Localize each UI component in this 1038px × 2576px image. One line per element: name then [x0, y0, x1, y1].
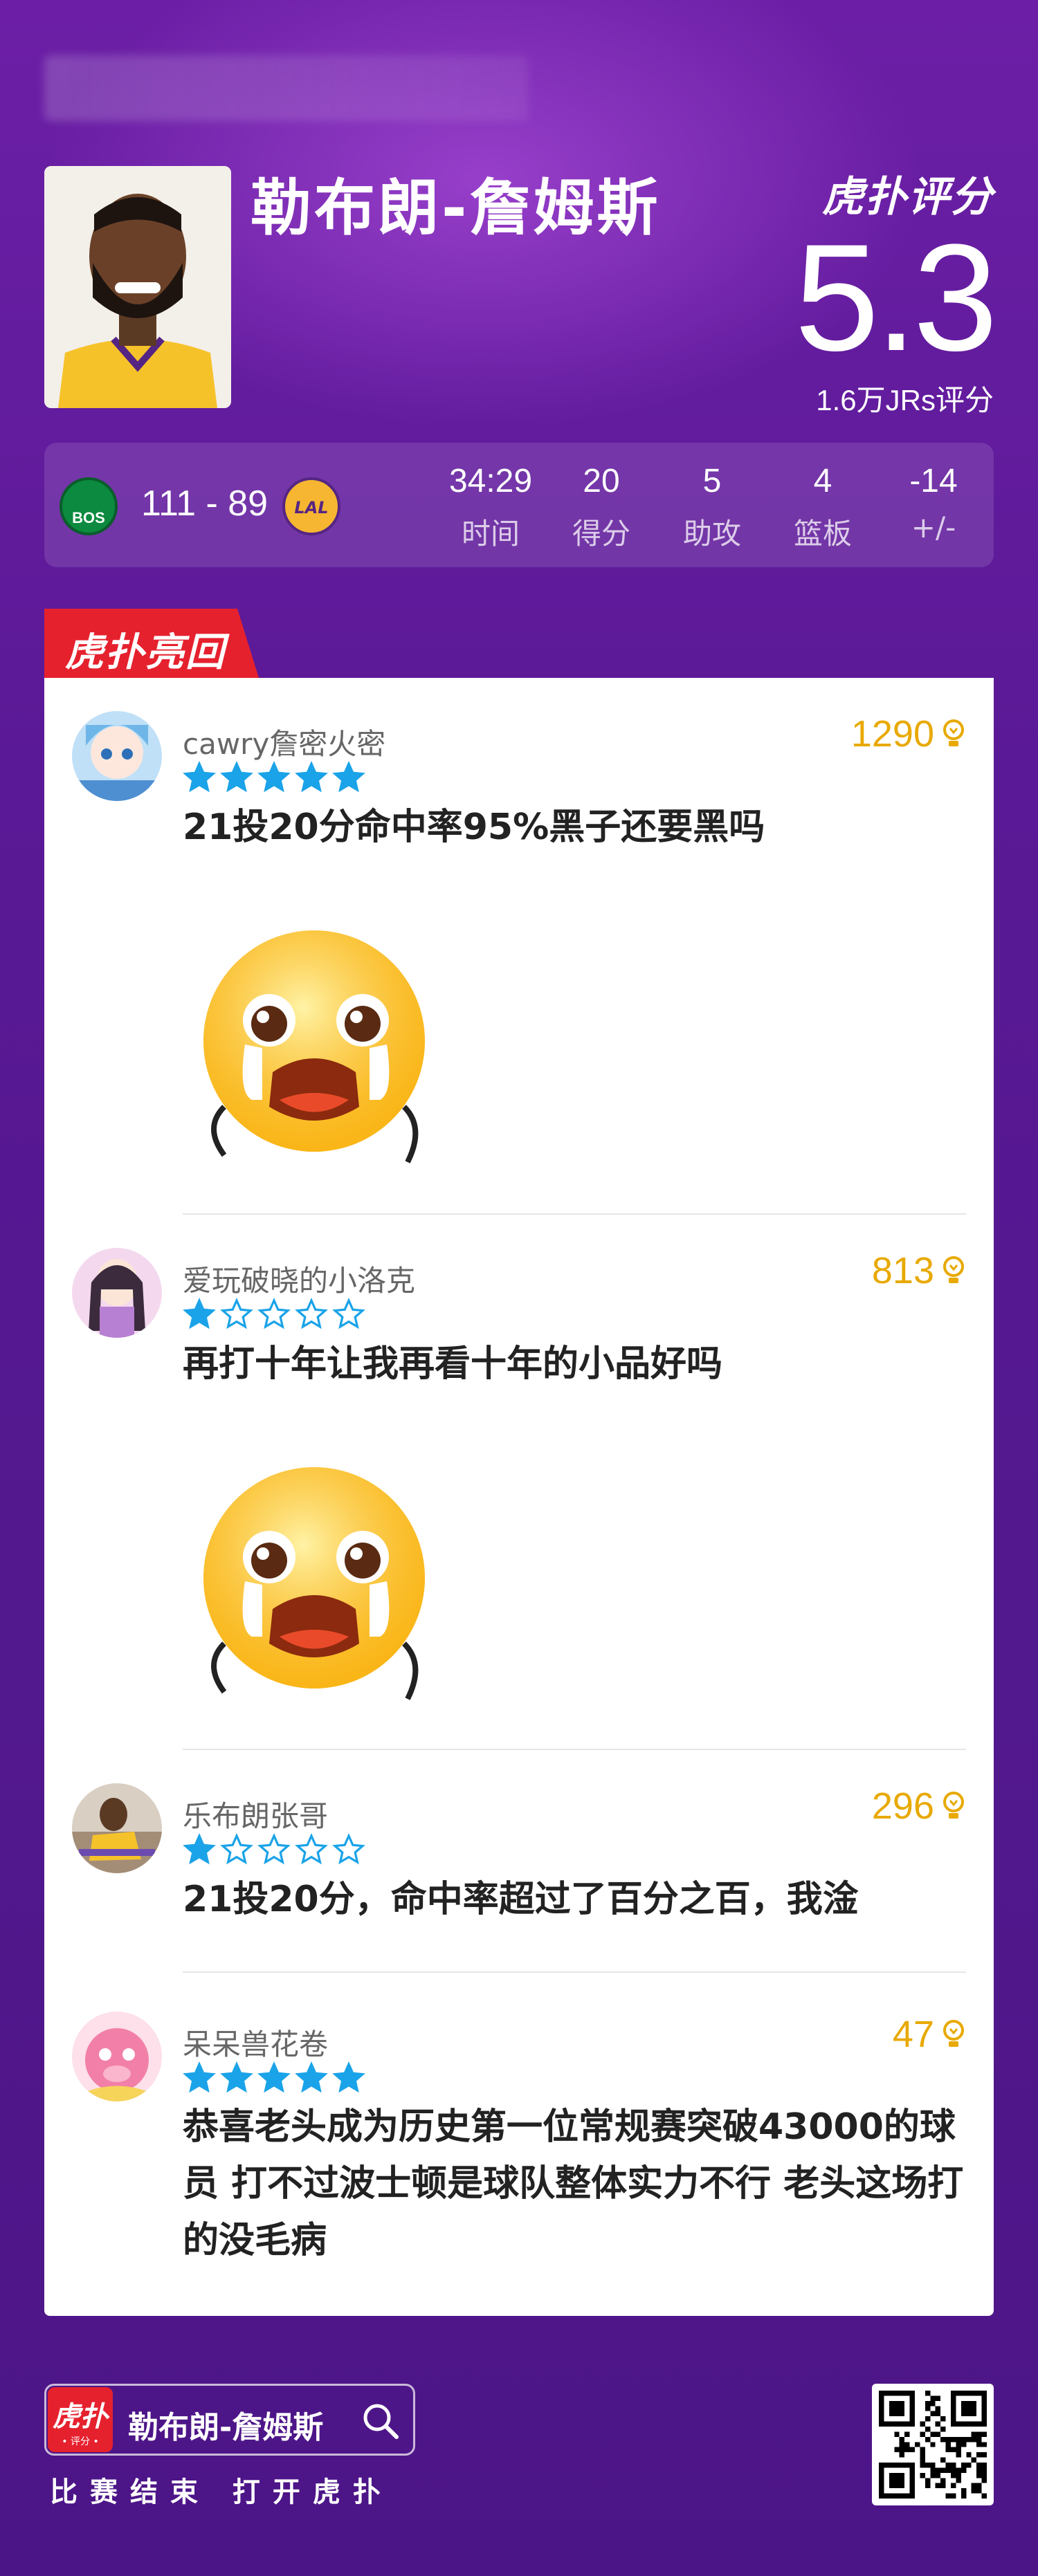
comment-text: 恭喜老头成为历史第一位常规赛突破43000的球员 打不过波士顿是球队整体实力不行… — [183, 2106, 964, 2261]
star-rating — [183, 761, 365, 794]
stat-rebounds: 4 篮板 — [793, 463, 852, 551]
hot-replies-tag: 虎扑亮回复 — [44, 609, 259, 678]
comment-text: 21投20分命中率95%黑子还要黑吗 — [183, 807, 765, 848]
comment-text: 再打十年让我再看十年的小品好吗 — [183, 1343, 723, 1385]
lightbulb-icon — [943, 719, 964, 746]
player-avatar — [44, 166, 231, 408]
search-text: 勒布朗-詹姆斯 — [128, 2410, 324, 2445]
commenter-avatar[interactable] — [72, 2012, 162, 2101]
star-empty-icon — [220, 1298, 253, 1330]
search-bar[interactable]: 虎扑 • 评分 • 勒布朗-詹姆斯 — [44, 2384, 415, 2456]
blurred-header-bar — [44, 55, 529, 121]
star-rating — [183, 1833, 365, 1866]
star-filled-icon — [220, 761, 253, 793]
commenter-username[interactable]: 爱玩破晓的小洛克 — [183, 1258, 415, 1300]
footer-slogan: 比赛结束 打开虎扑 — [50, 2476, 393, 2508]
crying-emoji-icon — [203, 1467, 425, 1700]
commenter-username[interactable]: 呆呆兽花卷 — [183, 2021, 328, 2063]
star-filled-icon — [332, 2061, 365, 2093]
search-icon[interactable] — [362, 2402, 399, 2440]
commenter-username[interactable]: 乐布朗张哥 — [183, 1793, 328, 1835]
like-count[interactable]: 296 — [872, 1785, 966, 1828]
star-empty-icon — [257, 1833, 291, 1865]
like-count[interactable]: 47 — [893, 2013, 966, 2056]
game-stats-bar: BOS 111 - 89 LAL 34:29 时间 20 得分 5 助攻 4 篮板 -1… — [44, 443, 994, 567]
star-empty-icon — [220, 1833, 253, 1865]
star-filled-icon — [332, 761, 365, 793]
like-count[interactable]: 813 — [872, 1249, 966, 1292]
star-empty-icon — [332, 1298, 365, 1330]
star-filled-icon — [257, 761, 291, 793]
comment-divider — [183, 1971, 966, 1973]
star-filled-icon — [295, 2061, 328, 2093]
comment-text: 21投20分，命中率超过了百分之百，我淦 — [183, 1879, 859, 1920]
like-count[interactable]: 1290 — [851, 712, 966, 755]
lightbulb-icon — [943, 1792, 964, 1819]
star-filled-icon — [183, 1298, 216, 1330]
lakers-logo-icon: LAL — [282, 477, 340, 535]
star-rating — [183, 2061, 365, 2095]
star-filled-icon — [183, 2061, 216, 2093]
lightbulb-icon — [943, 1256, 964, 1283]
star-rating — [183, 1298, 365, 1331]
qr-code[interactable] — [872, 2384, 994, 2505]
rating-count: 1.6万JRs评分 — [816, 384, 994, 416]
commenter-username[interactable]: cawry詹密火密 — [183, 721, 385, 763]
stat-assists: 5 助攻 — [682, 463, 741, 551]
star-empty-icon — [295, 1833, 328, 1865]
stat-minutes: 34:29 时间 — [448, 463, 533, 551]
game-score: 111 - 89 — [141, 484, 268, 524]
rating-score: 5.3 — [794, 212, 998, 383]
comment-divider — [183, 1213, 966, 1215]
star-empty-icon — [295, 1298, 328, 1330]
commenter-avatar[interactable] — [72, 711, 162, 801]
star-empty-icon — [257, 1298, 291, 1330]
star-filled-icon — [295, 761, 328, 793]
star-filled-icon — [183, 1833, 216, 1865]
stat-points: 20 得分 — [572, 463, 630, 551]
commenter-avatar[interactable] — [72, 1783, 162, 1873]
commenter-avatar[interactable] — [72, 1248, 162, 1338]
celtics-logo-icon: BOS — [60, 477, 118, 535]
star-filled-icon — [183, 761, 216, 793]
star-empty-icon — [332, 1833, 365, 1865]
star-filled-icon — [257, 2061, 291, 2093]
stat-plus-minus: -14 +/- — [909, 463, 958, 544]
lightbulb-icon — [943, 2020, 964, 2047]
comments-card: cawry詹密火密 1290 21投20分命中率95%黑子还要黑吗 爱玩破晓的小… — [44, 678, 994, 2316]
comment-divider — [183, 1749, 966, 1750]
player-name: 勒布朗-詹姆斯 — [251, 172, 661, 243]
star-filled-icon — [220, 2061, 253, 2093]
hupu-app-icon: 虎扑 • 评分 • — [48, 2387, 113, 2452]
crying-emoji-icon — [203, 930, 425, 1163]
